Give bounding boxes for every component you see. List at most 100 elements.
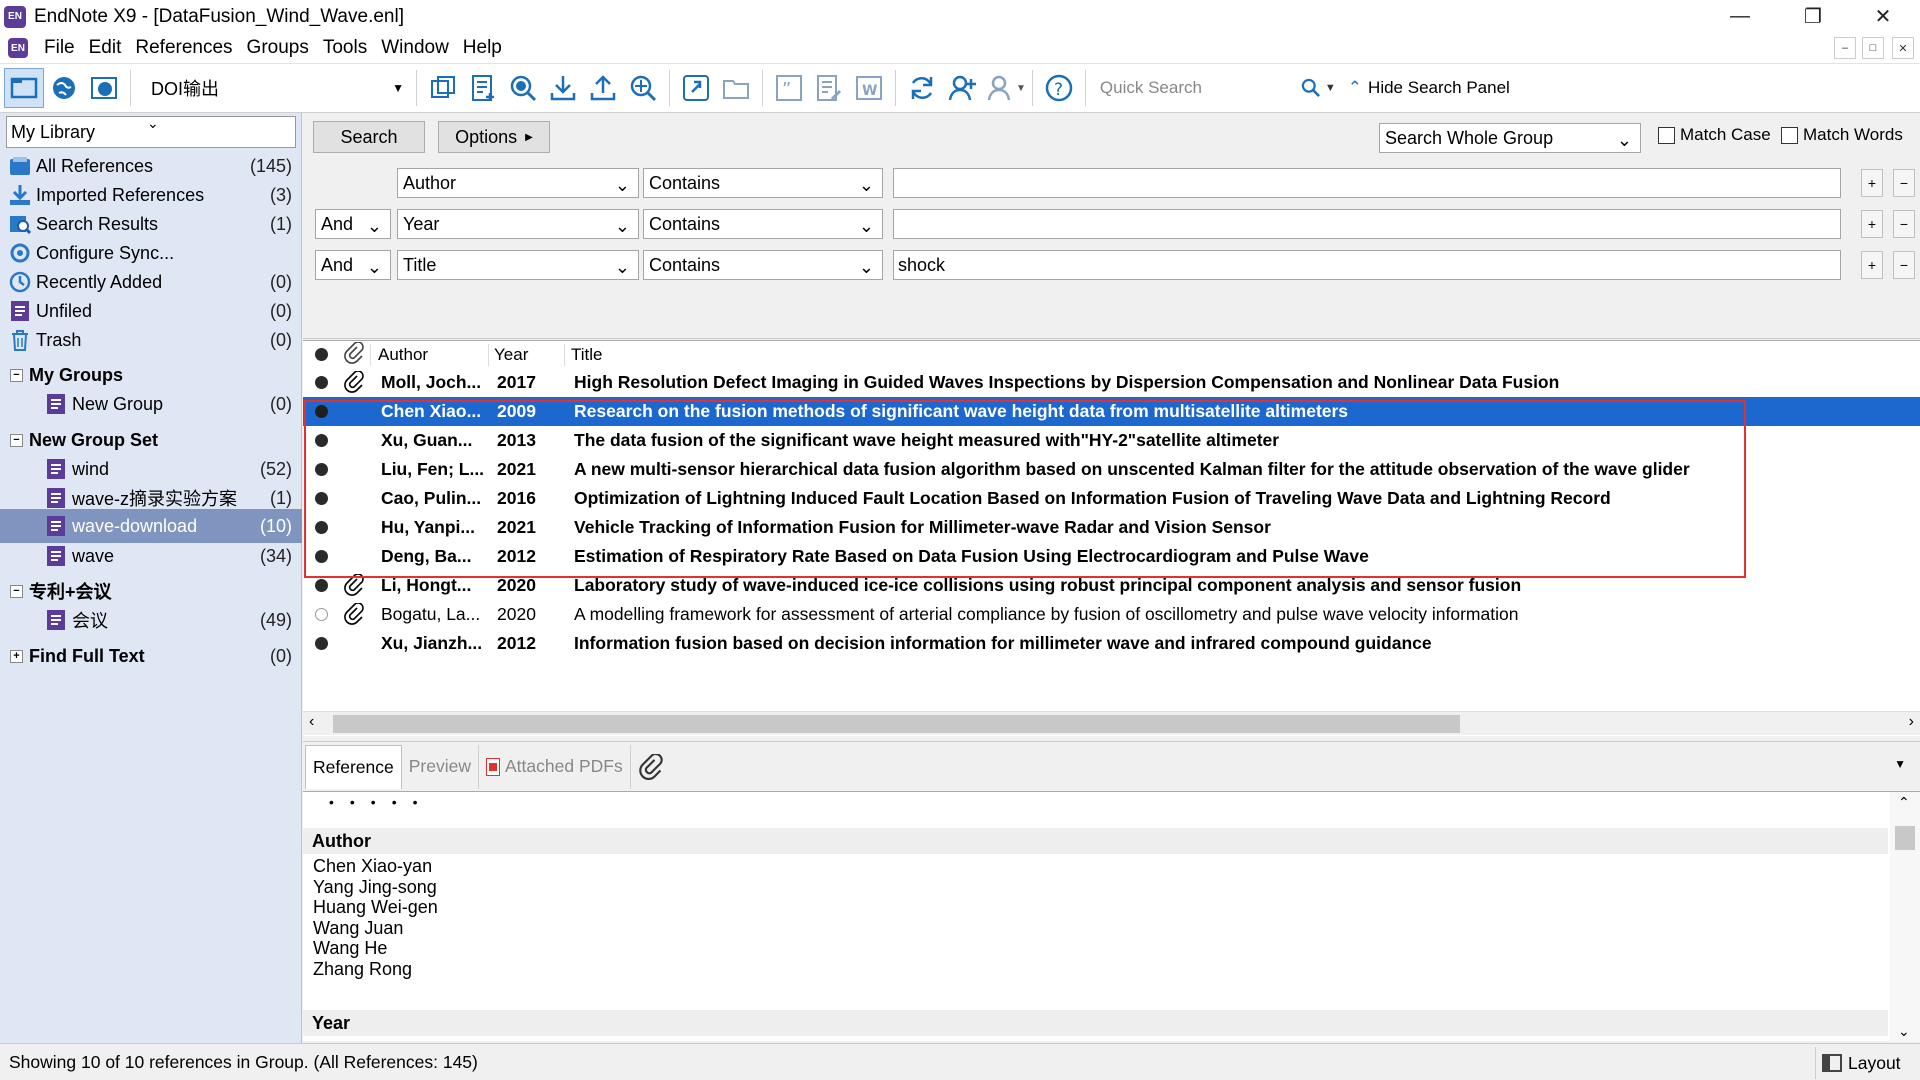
boolean-select[interactable]: And ⌄ xyxy=(315,250,391,280)
remove-row-button[interactable]: − xyxy=(1893,210,1915,238)
horizontal-scroll-thumb[interactable] xyxy=(333,715,1460,733)
search-scope-select[interactable]: Search Whole Group ⌄ xyxy=(1379,123,1641,153)
unread-dot-icon[interactable] xyxy=(315,405,328,418)
activity-dropdown-icon[interactable]: ▼ xyxy=(1016,83,1026,94)
tab-preview[interactable]: Preview xyxy=(402,744,479,789)
group-wave[interactable]: wave (34) xyxy=(0,539,302,573)
remove-row-button[interactable]: − xyxy=(1893,169,1915,197)
column-author[interactable]: Author xyxy=(378,345,428,365)
unread-dot-icon[interactable] xyxy=(315,521,328,534)
unread-dot-icon[interactable] xyxy=(315,492,328,505)
remove-row-button[interactable]: − xyxy=(1893,251,1915,279)
menu-groups[interactable]: Groups xyxy=(247,37,309,59)
search-button[interactable]: Search xyxy=(313,121,425,153)
library-select[interactable]: My Library ⌄ xyxy=(6,115,296,148)
unread-dot-icon[interactable] xyxy=(315,434,328,447)
menu-window[interactable]: Window xyxy=(381,37,449,59)
scroll-right-icon[interactable]: › xyxy=(1909,713,1914,731)
table-row[interactable]: Deng, Ba... 2012 Estimation of Respiratory… xyxy=(303,542,1920,571)
copy-group-icon[interactable] xyxy=(423,68,463,108)
panel-menu-icon[interactable]: ▼ xyxy=(1894,757,1906,771)
unread-dot-icon[interactable] xyxy=(315,463,328,476)
doc-minimize-button[interactable]: – xyxy=(1834,37,1856,59)
sync-icon[interactable] xyxy=(902,68,942,108)
table-row[interactable]: Xu, Guan... 2013 The data fusion of the si… xyxy=(303,426,1920,455)
boolean-select[interactable]: And ⌄ xyxy=(315,209,391,239)
collapse-icon[interactable]: − xyxy=(10,584,23,598)
search-operator-select[interactable]: Contains ⌄ xyxy=(643,209,883,239)
sidebar-item-trash[interactable]: Trash (0) xyxy=(0,323,302,357)
collapse-icon[interactable]: − xyxy=(10,433,23,447)
import-icon[interactable] xyxy=(543,68,583,108)
help-icon[interactable]: ? xyxy=(1039,68,1079,108)
table-row[interactable]: Hu, Yanpi... 2021 Vehicle Tracking of Info… xyxy=(303,513,1920,542)
options-button[interactable]: Options ▶ xyxy=(438,121,550,153)
unread-dot-icon[interactable] xyxy=(315,550,328,563)
column-year[interactable]: Year xyxy=(494,345,528,365)
read-dot-icon[interactable] xyxy=(315,608,328,621)
close-button[interactable]: ✕ xyxy=(1853,0,1913,33)
menu-file[interactable]: File xyxy=(44,37,75,59)
search-field-select[interactable]: Title ⌄ xyxy=(397,250,639,280)
online-search-mode-icon[interactable] xyxy=(44,68,84,108)
scroll-down-icon[interactable]: ⌄ xyxy=(1898,1023,1910,1040)
table-row[interactable]: Moll, Joch... 2017 High Resolution Defect … xyxy=(303,368,1920,397)
output-style-select[interactable]: DOI输出 ▼ xyxy=(145,72,410,104)
table-row[interactable]: Liu, Fen; L... 2021 A new multi-sensor hie… xyxy=(303,455,1920,484)
group-conference[interactable]: 会议 (49) xyxy=(0,603,302,637)
format-bibliography-icon[interactable] xyxy=(809,68,849,108)
search-value-input[interactable] xyxy=(893,168,1841,198)
open-link-icon[interactable] xyxy=(676,68,716,108)
menu-tools[interactable]: Tools xyxy=(323,37,367,59)
insert-citation-icon[interactable]: ” xyxy=(769,68,809,108)
group-wave-download[interactable]: wave-download (10) xyxy=(0,509,302,543)
add-row-button[interactable]: + xyxy=(1861,169,1883,197)
hide-search-panel-button[interactable]: ⌃ Hide Search Panel xyxy=(1348,78,1510,98)
quick-search-input[interactable]: Quick Search xyxy=(1092,73,1297,103)
group-set-find-full-text[interactable]: + Find Full Text (0) xyxy=(0,639,302,673)
table-row[interactable]: Chen Xiao... 2009 Research on the fusion m… xyxy=(303,397,1920,426)
menu-help[interactable]: Help xyxy=(463,37,502,59)
online-search-icon[interactable] xyxy=(503,68,543,108)
horizontal-scrollbar[interactable]: ‹ › xyxy=(303,711,1920,735)
search-operator-select[interactable]: Contains ⌄ xyxy=(643,168,883,198)
search-field-select[interactable]: Year ⌄ xyxy=(397,209,639,239)
column-title[interactable]: Title xyxy=(571,345,603,365)
tab-attached-pdfs[interactable]: Attached PDFs xyxy=(479,744,631,789)
scroll-left-icon[interactable]: ‹ xyxy=(309,713,314,731)
local-library-mode-icon[interactable] xyxy=(4,68,44,108)
unread-dot-icon[interactable] xyxy=(315,637,328,650)
share-library-icon[interactable] xyxy=(942,68,982,108)
menu-references[interactable]: References xyxy=(135,37,232,59)
find-full-text-icon[interactable] xyxy=(623,68,663,108)
restore-button[interactable]: ❐ xyxy=(1783,0,1843,33)
search-field-select[interactable]: Author ⌄ xyxy=(397,168,639,198)
group-new-group[interactable]: New Group (0) xyxy=(0,387,302,421)
table-row[interactable]: Li, Hongt... 2020 Laboratory study of wave… xyxy=(303,571,1920,600)
table-row[interactable]: Xu, Jianzh... 2012 Information fusion base… xyxy=(303,629,1920,658)
quick-search-icon[interactable] xyxy=(1297,68,1325,108)
search-value-input[interactable]: shock xyxy=(893,250,1841,280)
quick-search-options-icon[interactable]: ▼ xyxy=(1325,82,1336,94)
return-to-word-icon[interactable]: W xyxy=(849,68,889,108)
search-operator-select[interactable]: Contains ⌄ xyxy=(643,250,883,280)
table-row[interactable]: Cao, Pulin... 2016 Optimization of Lightni… xyxy=(303,484,1920,513)
collapse-icon[interactable]: − xyxy=(10,368,23,382)
add-row-button[interactable]: + xyxy=(1861,210,1883,238)
open-file-icon[interactable] xyxy=(716,68,756,108)
vertical-scroll-thumb[interactable] xyxy=(1895,826,1915,850)
match-words-checkbox[interactable]: Match Words xyxy=(1781,125,1903,145)
export-icon[interactable] xyxy=(583,68,623,108)
table-row[interactable]: Bogatu, La... 2020 A modelling framework f… xyxy=(303,600,1920,629)
menu-edit[interactable]: Edit xyxy=(89,37,122,59)
scroll-up-icon[interactable]: ⌃ xyxy=(1898,794,1910,811)
integrated-library-mode-icon[interactable] xyxy=(84,68,124,108)
attachment-column-icon[interactable] xyxy=(343,341,365,369)
search-value-input[interactable] xyxy=(893,209,1841,239)
tab-reference[interactable]: Reference xyxy=(305,744,402,789)
unread-dot-icon[interactable] xyxy=(315,376,328,389)
vertical-scrollbar[interactable]: ⌃ ⌄ xyxy=(1890,792,1920,1042)
attach-file-icon[interactable] xyxy=(631,745,671,789)
unread-dot-icon[interactable] xyxy=(315,579,328,592)
match-case-checkbox[interactable]: Match Case xyxy=(1658,125,1771,145)
